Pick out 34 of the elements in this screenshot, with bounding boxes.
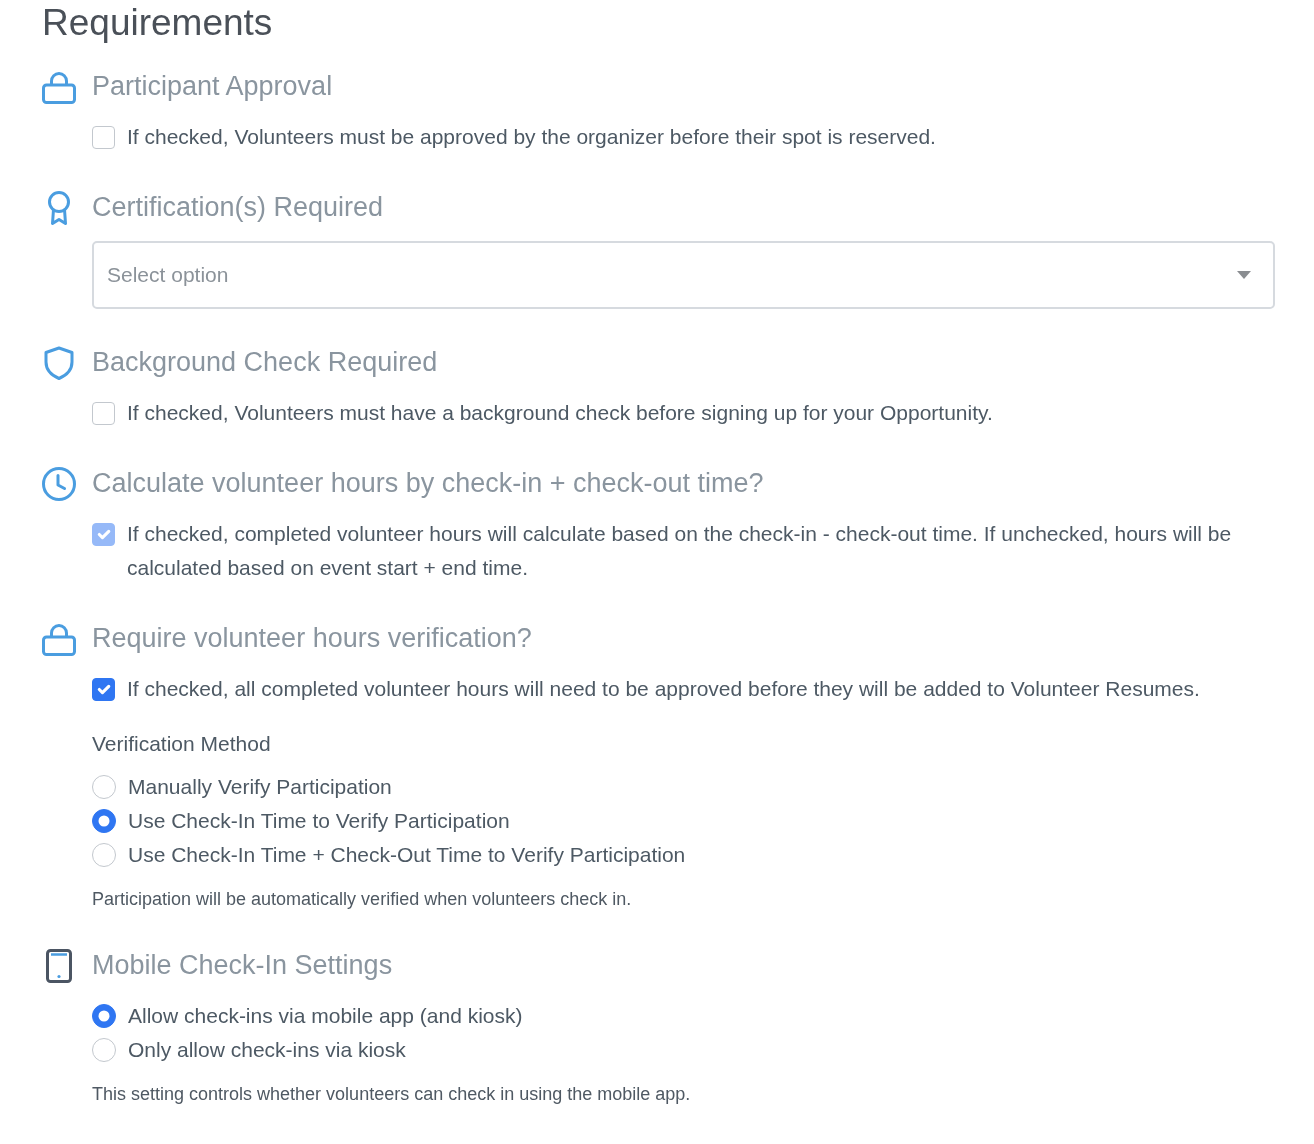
checkbox-label[interactable]: If checked, Volunteers must have a background check before signing up for your Opportunity. [127, 396, 993, 430]
mobile-phone-icon [46, 948, 72, 983]
radio-button[interactable] [92, 1004, 116, 1028]
section-heading: Certification(s) Required [92, 191, 384, 224]
checkbox-label[interactable]: If checked, all completed volunteer hours will need to be approved before they will be added to Volunteer Resumes. [127, 672, 1200, 706]
radio-button[interactable] [92, 775, 116, 799]
section-heading: Calculate volunteer hours by check-in + check-out time? [92, 467, 764, 500]
field-label: Verification Method [92, 731, 272, 757]
checkbox[interactable] [92, 125, 115, 149]
radio-button[interactable] [92, 843, 116, 867]
clock-icon [42, 466, 76, 501]
radio-button[interactable] [92, 1038, 116, 1062]
lock-icon [42, 69, 76, 104]
section-heading: Participant Approval [92, 70, 333, 103]
section-heading: Background Check Required [92, 346, 438, 379]
section-heading: Mobile Check-In Settings [92, 949, 393, 982]
help-text: This setting controls whether volunteers can check in using the mobile app. [92, 1083, 692, 1106]
radio-label[interactable]: Allow check-ins via mobile app (and kiosk) [128, 999, 523, 1033]
radio-label[interactable]: Only allow check-ins via kiosk [128, 1033, 406, 1067]
radio-label[interactable]: Manually Verify Participation [128, 770, 392, 804]
radio-label[interactable]: Use Check-In Time + Check-Out Time to Verify Participation [128, 838, 686, 872]
page-title: Requirements [42, 1, 274, 45]
checkbox[interactable] [92, 401, 115, 425]
lock-icon [42, 621, 76, 656]
select-field[interactable]: Select option [92, 241, 1275, 309]
checkbox[interactable] [92, 677, 115, 701]
award-ribbon-icon [47, 190, 71, 225]
section-heading: Require volunteer hours verification? [92, 622, 532, 655]
radio-button[interactable] [92, 809, 116, 833]
checkbox-label[interactable]: If checked, Volunteers must be approved by the organizer before their spot is reserved. [127, 120, 936, 154]
caret-icon [1237, 271, 1251, 279]
shield-icon [44, 345, 74, 380]
help-text: Participation will be automatically verified when volunteers check in. [92, 888, 633, 911]
radio-label[interactable]: Use Check-In Time to Verify Participation [128, 804, 510, 838]
